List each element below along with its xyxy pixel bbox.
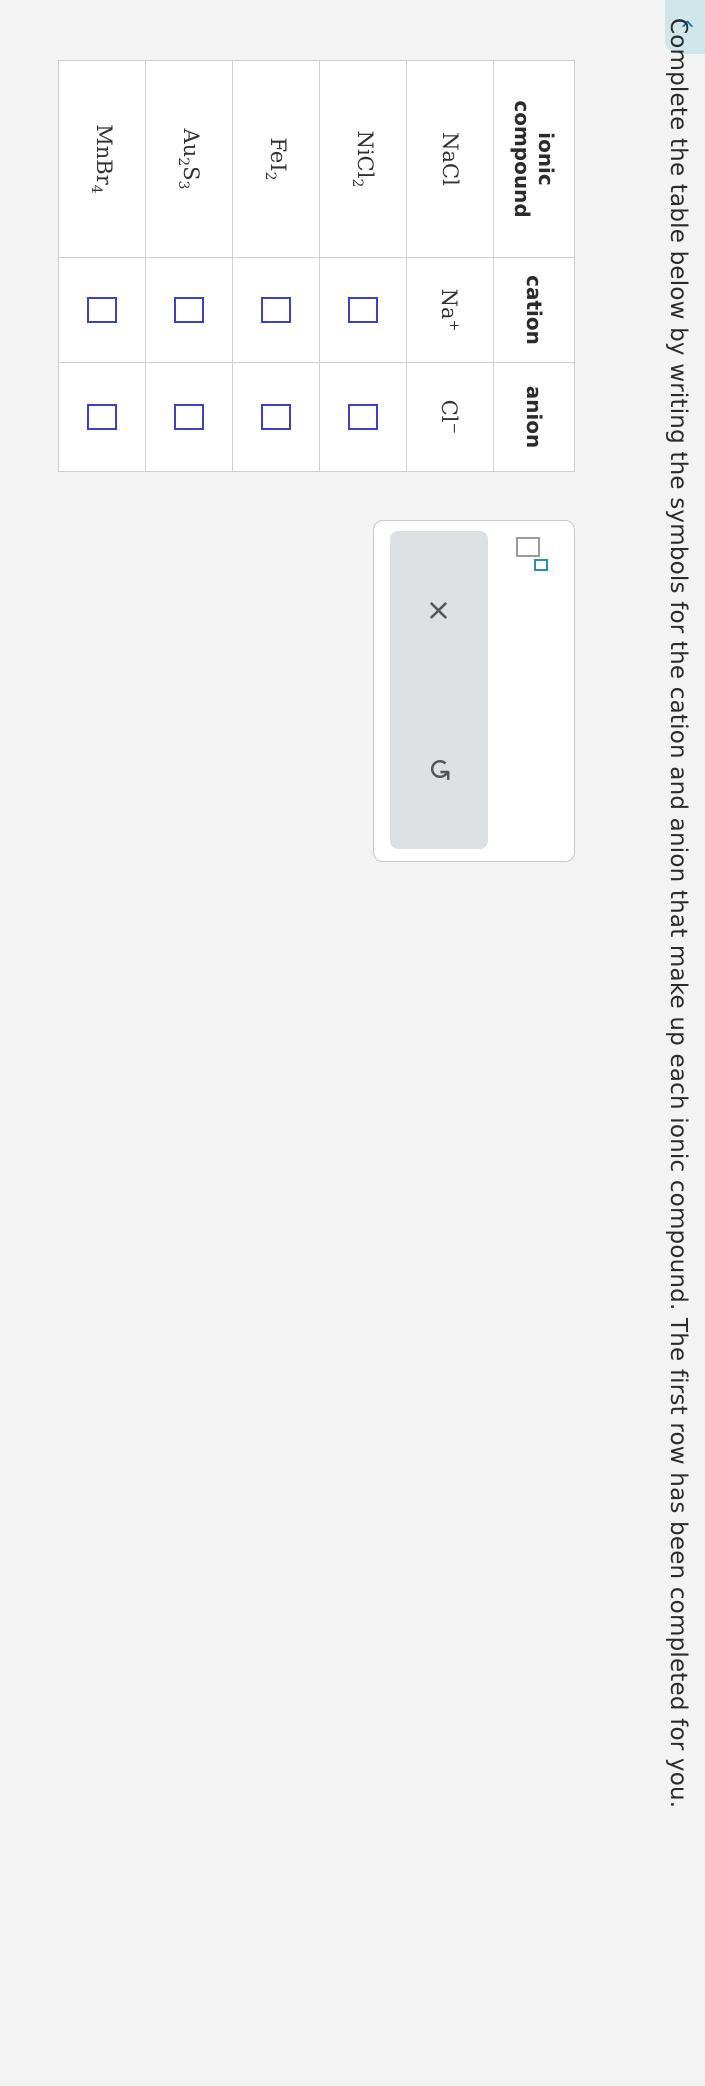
compound-cell: Au2S3 [145,60,233,258]
cation-cell [145,257,233,363]
table-row: FeI2 [232,60,320,472]
cation-answer-box[interactable] [348,297,378,323]
base-box-icon [516,537,540,557]
anion-cell [145,362,233,472]
anion-cell [58,362,146,472]
header-anion: anion [493,362,575,472]
action-bar: × ↺ [390,531,488,849]
compound-cell: FeI2 [232,60,320,258]
screen: ‹ Complete the table below by writing th… [0,0,705,2086]
table-row: MnBr4 [58,60,146,472]
anion-answer-box[interactable] [174,404,204,430]
cation-cell: Na+ [406,257,494,363]
cation-cell [232,257,320,363]
header-cation: cation [493,257,575,363]
anion-answer-box[interactable] [348,404,378,430]
cation-answer-box[interactable] [87,297,117,323]
header-ionic-compound: ionic compound [493,60,575,258]
table-header-row: ionic compound cation anion [493,60,575,472]
table-row: NaCl Na+ Cl− [406,60,494,472]
anion-cell [319,362,407,472]
anion-cell [232,362,320,472]
table-row: Au2S3 [145,60,233,472]
question-prompt: Complete the table below by writing the … [665,18,691,1809]
ion-table: ionic compound cation anion NaCl Na+ Cl−… [58,60,575,472]
superscript-box-icon [534,559,548,571]
answer-tools-panel: × ↺ [373,520,575,862]
anion-answer-box[interactable] [261,404,291,430]
compound-cell: NaCl [406,60,494,258]
cation-cell [58,257,146,363]
compound-cell: NiCl2 [319,60,407,258]
clear-button[interactable]: × [422,598,457,623]
table-row: NiCl2 [319,60,407,472]
compound-cell: MnBr4 [58,60,146,258]
cation-answer-box[interactable] [261,297,291,323]
undo-button[interactable]: ↺ [422,757,457,782]
anion-answer-box[interactable] [87,404,117,430]
superscript-template-button[interactable] [514,537,550,577]
cation-answer-box[interactable] [174,297,204,323]
anion-cell: Cl− [406,362,494,472]
cation-cell [319,257,407,363]
